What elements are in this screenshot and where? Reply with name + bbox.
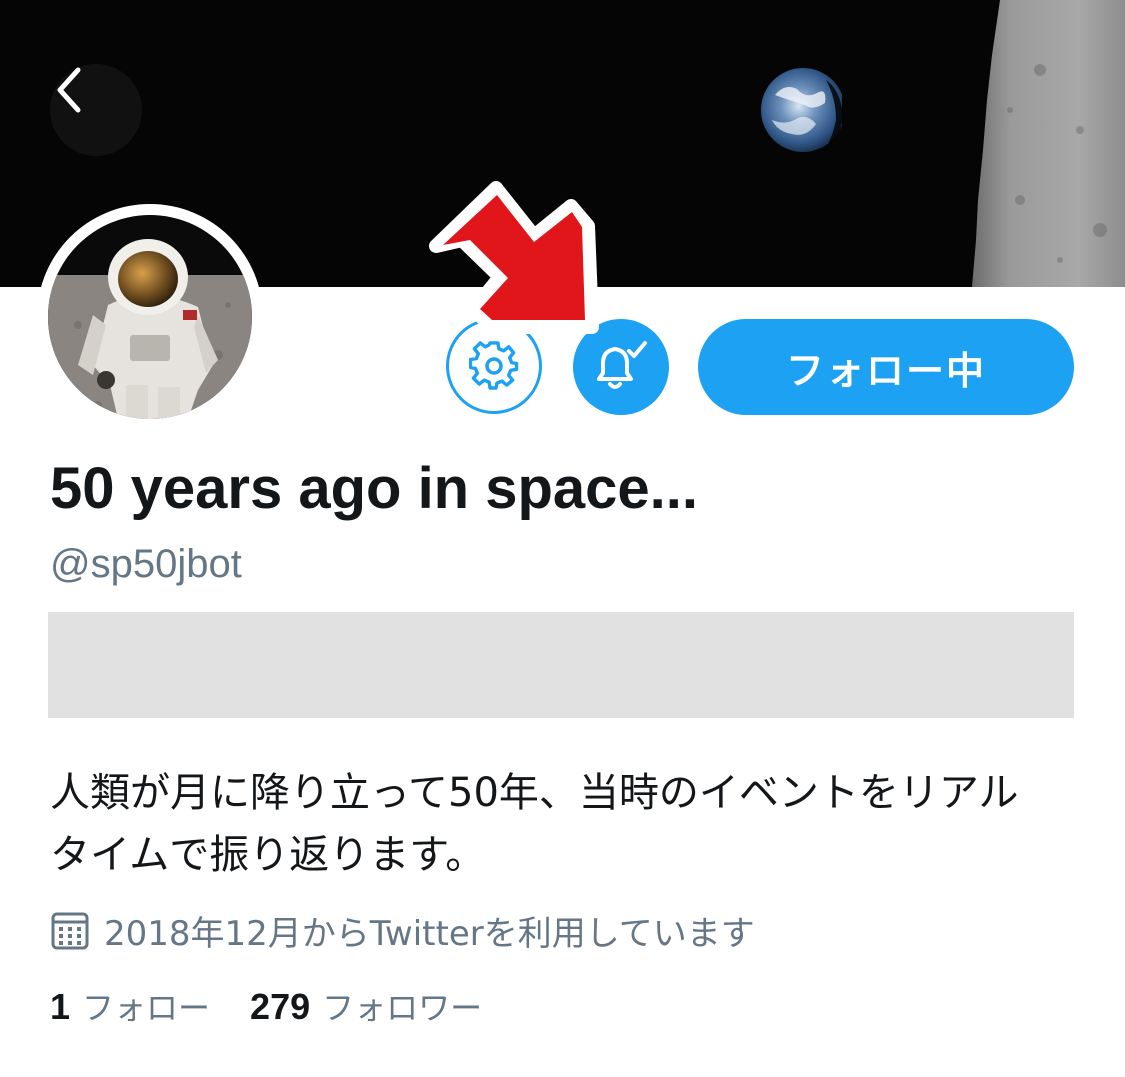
followers-count: 279 xyxy=(250,986,311,1027)
joined-text: 2018年12月からTwitterを利用しています xyxy=(104,914,755,954)
calendar-icon xyxy=(51,912,89,949)
following-link[interactable]: 1 フォロー xyxy=(50,983,210,1029)
moon-surface-image xyxy=(972,0,1125,287)
redacted-area xyxy=(48,612,1074,718)
display-name: 50 years ago in space... xyxy=(50,456,699,521)
profile-bio: 人類が月に降り立って50年、当時のイベントをリアル タイムで振り返ります。 xyxy=(50,762,1100,886)
back-button[interactable] xyxy=(50,64,142,156)
user-handle: @sp50jbot xyxy=(50,542,242,586)
settings-button[interactable] xyxy=(446,318,542,414)
bio-line: タイムで振り返ります。 xyxy=(50,832,486,878)
bio-line: 人類が月に降り立って50年、当時のイベントをリアル xyxy=(50,770,1019,816)
following-label: フォロー xyxy=(82,989,211,1027)
chevron-left-icon xyxy=(57,67,81,113)
follow-stats: 1 フォロー 279 フォロワー xyxy=(50,983,482,1029)
profile-page: フォロー中 50 years ago in space... @sp50jbot… xyxy=(0,0,1125,1077)
following-button[interactable]: フォロー中 xyxy=(698,319,1074,415)
gear-icon xyxy=(469,341,519,390)
followers-link[interactable]: 279 フォロワー xyxy=(250,983,482,1029)
followers-label: フォロワー xyxy=(322,989,483,1027)
bell-check-icon xyxy=(597,341,647,389)
following-count: 1 xyxy=(50,986,71,1027)
joined-date: 2018年12月からTwitterを利用しています xyxy=(50,906,755,955)
notifications-button[interactable] xyxy=(573,319,669,415)
avatar[interactable] xyxy=(37,204,263,430)
